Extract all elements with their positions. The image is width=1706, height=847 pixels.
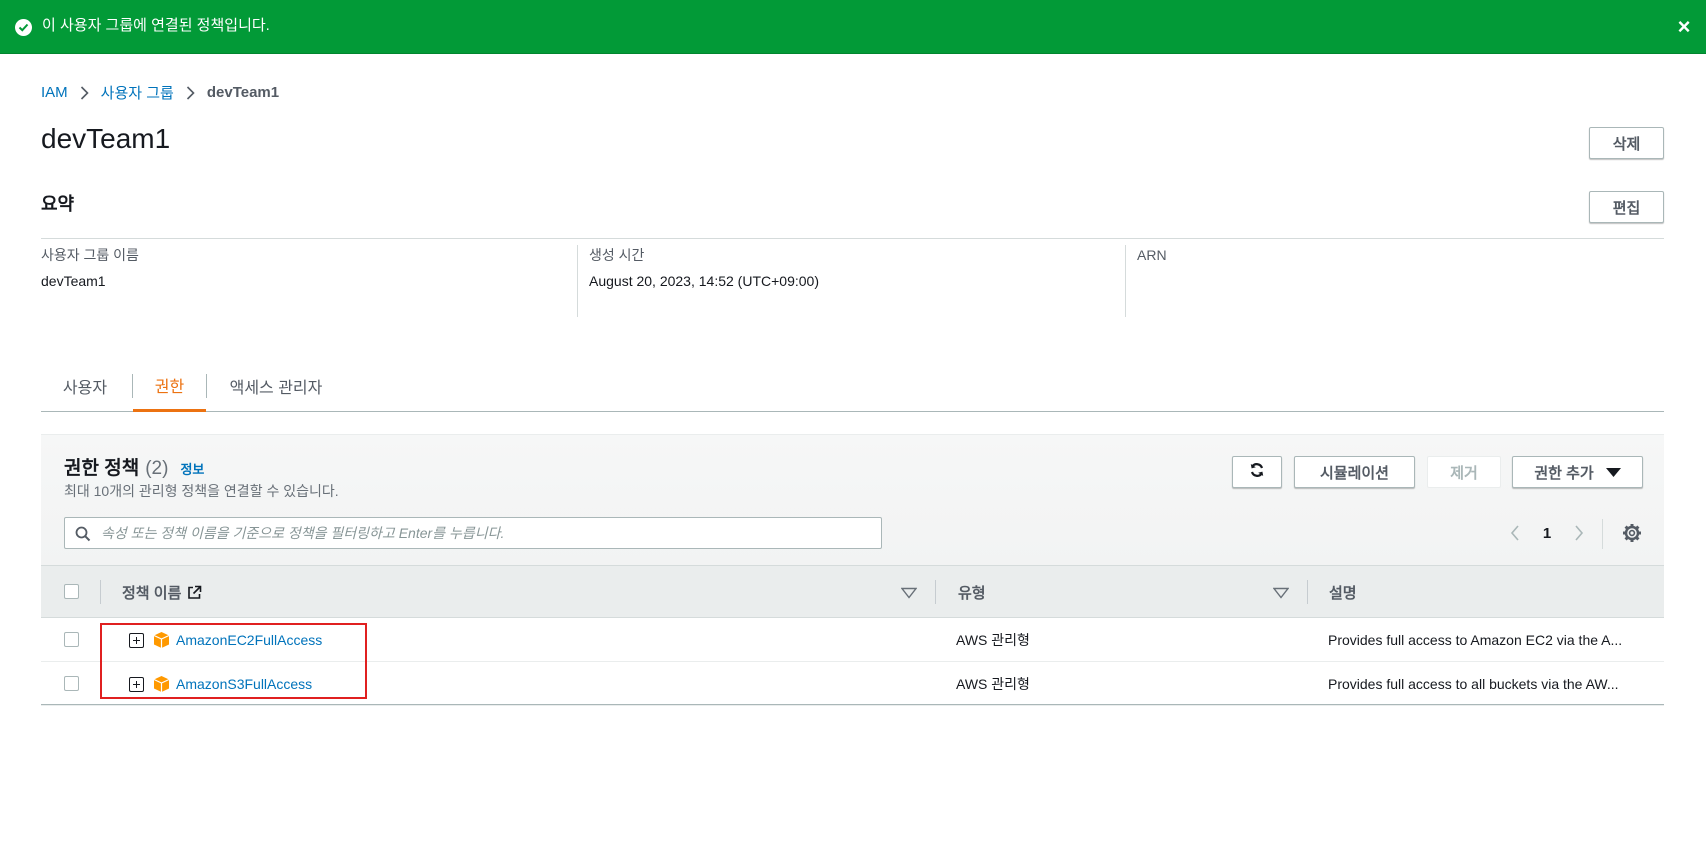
creation-time-label: 생성 시간 [589, 247, 645, 263]
summary-group-name: 사용자 그룹 이름 devTeam1 [41, 245, 561, 317]
row-checkbox[interactable] [64, 632, 79, 647]
summary-arn: ARN [1137, 245, 1657, 317]
remove-button[interactable]: 제거 [1427, 456, 1501, 488]
success-flash-banner: 이 사용자 그룹에 연결된 정책입니다. × [0, 0, 1706, 54]
aws-managed-policy-icon [153, 675, 170, 693]
table-row: AmazonS3FullAccess AWS 관리형 Provides full… [41, 662, 1664, 706]
column-header-type[interactable]: 유형 [958, 566, 986, 618]
tab-access-advisor[interactable]: 액세스 관리자 [216, 360, 336, 412]
tab-permissions[interactable]: 권한 [133, 360, 206, 412]
column-header-policy-name[interactable]: 정책 이름 [122, 566, 202, 618]
simulate-button[interactable]: 시뮬레이션 [1294, 456, 1415, 488]
policy-name-cell: AmazonEC2FullAccess [129, 618, 322, 662]
sort-descending-icon[interactable] [1272, 586, 1290, 599]
summary-column-divider [577, 245, 578, 317]
panel-header: 권한 정책 (2) 정보 최대 10개의 관리형 정책을 연결할 수 있습니다.… [41, 435, 1664, 565]
summary-column-divider [1125, 245, 1126, 317]
column-divider [935, 580, 936, 604]
delete-button[interactable]: 삭제 [1589, 127, 1664, 159]
group-name-label: 사용자 그룹 이름 [41, 247, 139, 263]
tab-users[interactable]: 사용자 [51, 360, 119, 412]
select-all-checkbox[interactable] [64, 584, 79, 599]
edit-button[interactable]: 편집 [1589, 191, 1664, 223]
column-divider [100, 580, 101, 604]
refresh-button[interactable] [1232, 456, 1282, 488]
breadcrumb-link-user-groups[interactable]: 사용자 그룹 [101, 82, 174, 103]
row-checkbox[interactable] [64, 676, 79, 691]
aws-managed-policy-icon [153, 631, 170, 649]
caret-down-icon [1605, 467, 1621, 477]
pagination-divider [1602, 519, 1603, 549]
column-divider [1307, 580, 1308, 604]
policy-count: (2) [145, 458, 169, 479]
tab-divider [206, 374, 207, 398]
expand-icon[interactable] [129, 676, 144, 692]
breadcrumb: IAM 사용자 그룹 devTeam1 [41, 82, 279, 103]
check-circle-icon [15, 19, 32, 36]
table-row: AmazonEC2FullAccess AWS 관리형 Provides ful… [41, 618, 1664, 662]
chevron-right-icon [186, 85, 195, 100]
breadcrumb-link-iam[interactable]: IAM [41, 84, 68, 101]
policy-filter[interactable] [64, 517, 882, 549]
policy-name-header-label: 정책 이름 [122, 584, 182, 602]
creation-time-value: August 20, 2023, 14:52 (UTC+09:00) [589, 273, 819, 289]
add-permissions-label: 권한 추가 [1534, 464, 1594, 482]
summary-title: 요약 [41, 194, 75, 214]
expand-icon[interactable] [129, 632, 144, 648]
gear-icon[interactable] [1621, 522, 1643, 544]
panel-description: 최대 10개의 관리형 정책을 연결할 수 있습니다. [64, 483, 339, 499]
pagination: 1 [1503, 521, 1591, 545]
panel-title-text: 권한 정책 [64, 458, 140, 479]
page-number[interactable]: 1 [1527, 525, 1567, 542]
policy-name-cell: AmazonS3FullAccess [129, 662, 312, 706]
summary-creation-time: 생성 시간 August 20, 2023, 14:52 (UTC+09:00) [589, 245, 1109, 317]
close-icon[interactable]: × [1672, 16, 1696, 40]
add-permissions-button[interactable]: 권한 추가 [1512, 456, 1643, 488]
previous-page-icon[interactable] [1503, 521, 1527, 545]
search-icon [75, 526, 91, 545]
column-header-description[interactable]: 설명 [1329, 566, 1357, 618]
policy-type-cell: AWS 관리형 [956, 632, 1030, 648]
arn-label: ARN [1137, 247, 1167, 263]
policy-link[interactable]: AmazonEC2FullAccess [176, 632, 322, 648]
summary-divider [41, 238, 1664, 239]
chevron-right-icon [80, 85, 89, 100]
next-page-icon[interactable] [1567, 521, 1591, 545]
sort-descending-icon[interactable] [900, 586, 918, 599]
flash-message: 이 사용자 그룹에 연결된 정책입니다. [42, 17, 270, 34]
breadcrumb-current: devTeam1 [206, 84, 280, 101]
info-link[interactable]: 정보 [180, 459, 204, 478]
refresh-icon [1249, 462, 1265, 482]
policy-link[interactable]: AmazonS3FullAccess [176, 676, 312, 692]
policy-description-cell: Provides full access to all buckets via … [1328, 676, 1619, 692]
panel-title: 권한 정책 (2) 정보 [64, 453, 204, 480]
policy-type-cell: AWS 관리형 [956, 676, 1030, 692]
external-link-icon [187, 585, 202, 600]
policy-description-cell: Provides full access to Amazon EC2 via t… [1328, 632, 1623, 648]
policy-filter-input[interactable] [101, 518, 871, 548]
page-title: devTeam1 [41, 123, 171, 154]
tab-bar: 사용자 권한 액세스 관리자 [41, 360, 1664, 412]
permissions-policies-panel: 권한 정책 (2) 정보 최대 10개의 관리형 정책을 연결할 수 있습니다.… [41, 434, 1664, 706]
group-name-value: devTeam1 [41, 273, 106, 289]
table-header: 정책 이름 유형 설명 [41, 565, 1664, 618]
